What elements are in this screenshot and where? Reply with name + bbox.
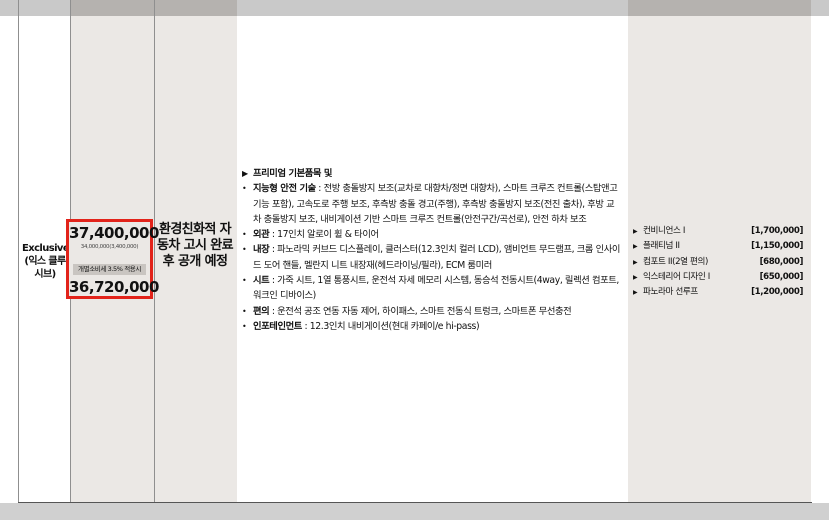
feature-item: • 내장 : 파노라믹 커브드 디스플레이, 클러스터(12.3인치 컬러 LC… bbox=[242, 242, 622, 273]
dot-bullet-icon: • bbox=[242, 321, 247, 331]
option-item: ▶ 플래티넘 II [1,150,000] bbox=[633, 239, 803, 254]
base-price-detail: 34,000,000(3,400,000) bbox=[80, 244, 139, 250]
triangle-bullet-icon: ▶ bbox=[633, 273, 638, 281]
column-divider bbox=[18, 0, 19, 503]
column-divider bbox=[154, 0, 155, 503]
dot-bullet-icon: • bbox=[242, 306, 247, 316]
feature-item: ▶ 프리미엄 기본품목 및 bbox=[242, 166, 622, 181]
feature-item: • 시트 : 가죽 시트, 1열 통풍시트, 운전석 자세 메모리 시스템, 동… bbox=[242, 273, 622, 304]
feature-text: : 파노라믹 커브드 디스플레이, 클러스터(12.3인치 컬러 LCD), 앰… bbox=[253, 244, 621, 271]
margin-left bbox=[0, 16, 18, 503]
option-name: 컨비니언스 I bbox=[643, 226, 685, 236]
feature-item: • 편의 : 운전석 공조 연동 자동 제어, 하이패스, 스마트 전동식 트렁… bbox=[242, 304, 622, 319]
feature-text: : 12.3인치 내비게이션(현대 카페이/e hi-pass) bbox=[301, 320, 480, 332]
option-price: [680,000] bbox=[759, 256, 804, 267]
header-strip bbox=[0, 0, 18, 16]
tax-applied-price: 36,720,000 bbox=[69, 278, 159, 296]
header-strip bbox=[70, 0, 154, 16]
feature-label: 외관 bbox=[253, 229, 270, 241]
feature-item: • 인포테인먼트 : 12.3인치 내비게이션(현대 카페이/e hi-pass… bbox=[242, 319, 622, 334]
feature-label: 내장 bbox=[253, 244, 270, 256]
feature-list: ▶ 프리미엄 기본품목 및 • 지능형 안전 기술 : 전방 충돌방지 보조(교… bbox=[242, 166, 622, 334]
dot-bullet-icon: • bbox=[242, 184, 247, 194]
option-item: ▶ 컨비니언스 I [1,700,000] bbox=[633, 224, 803, 239]
feature-text: : 운전석 공조 연동 자동 제어, 하이패스, 스마트 전동식 트렁크, 스마… bbox=[269, 305, 572, 317]
feature-item: • 외관 : 17인치 알로이 휠 & 타이어 bbox=[242, 227, 622, 242]
price-table: Exclusive (익스 클루시브) 37,400,000 34,000,00… bbox=[0, 0, 829, 520]
feature-label: 시트 bbox=[253, 275, 270, 287]
option-price: [1,200,000] bbox=[751, 287, 803, 298]
feature-label: 편의 bbox=[253, 305, 270, 317]
triangle-bullet-icon: ▶ bbox=[242, 169, 248, 178]
eco-vehicle-notice: 환경친화적 자동차 고시 완료 후 공개 예정 bbox=[156, 222, 234, 269]
feature-item: • 지능형 안전 기술 : 전방 충돌방지 보조(교차로 대향차/정면 대향차)… bbox=[242, 181, 622, 227]
feature-text: : 가죽 시트, 1열 통풍시트, 운전석 자세 메모리 시스템, 동승석 전동… bbox=[253, 275, 619, 302]
feature-text: : 17인치 알로이 휠 & 타이어 bbox=[269, 229, 379, 241]
option-item: ▶ 파노라마 선루프 [1,200,000] bbox=[633, 285, 803, 300]
triangle-bullet-icon: ▶ bbox=[633, 258, 638, 266]
option-item: ▶ 익스테리어 디자인 I [650,000] bbox=[633, 270, 803, 285]
dot-bullet-icon: • bbox=[242, 230, 247, 240]
dot-bullet-icon: • bbox=[242, 245, 247, 255]
option-name: 파노라마 선루프 bbox=[643, 287, 698, 298]
tax-label: 개별소비세 3.5% 적용시 bbox=[73, 264, 146, 275]
triangle-bullet-icon: ▶ bbox=[633, 228, 638, 235]
option-list: ▶ 컨비니언스 I [1,700,000] ▶ 플래티넘 II [1,150,0… bbox=[633, 224, 803, 300]
option-name: 플래티넘 II bbox=[643, 241, 680, 252]
feature-label: 프리미엄 기본품목 및 bbox=[253, 168, 333, 179]
header-strip bbox=[811, 0, 829, 16]
triangle-bullet-icon: ▶ bbox=[633, 289, 638, 297]
option-name: 익스테리어 디자인 I bbox=[643, 271, 710, 282]
header-strip bbox=[18, 0, 70, 16]
option-price: [1,700,000] bbox=[751, 226, 803, 236]
trim-name: Exclusive (익스 클루시브) bbox=[22, 243, 70, 280]
bottom-margin bbox=[0, 503, 829, 520]
option-price: [1,150,000] bbox=[751, 241, 803, 252]
dot-bullet-icon: • bbox=[242, 276, 247, 286]
margin-right bbox=[811, 16, 829, 503]
base-price: 37,400,000 bbox=[69, 224, 159, 242]
option-name: 컴포트 II(2열 편의) bbox=[643, 256, 708, 267]
header-strip bbox=[154, 0, 237, 16]
feature-label: 지능형 안전 기술 bbox=[253, 183, 316, 195]
option-price: [650,000] bbox=[759, 271, 804, 282]
feature-label: 인포테인먼트 bbox=[253, 320, 302, 332]
header-strip bbox=[628, 0, 811, 16]
price-highlight-box: 37,400,000 34,000,000(3,400,000) 개별소비세 3… bbox=[66, 219, 159, 299]
option-item: ▶ 컴포트 II(2열 편의) [680,000] bbox=[633, 255, 803, 270]
header-strip bbox=[237, 0, 628, 16]
triangle-bullet-icon: ▶ bbox=[633, 243, 638, 251]
